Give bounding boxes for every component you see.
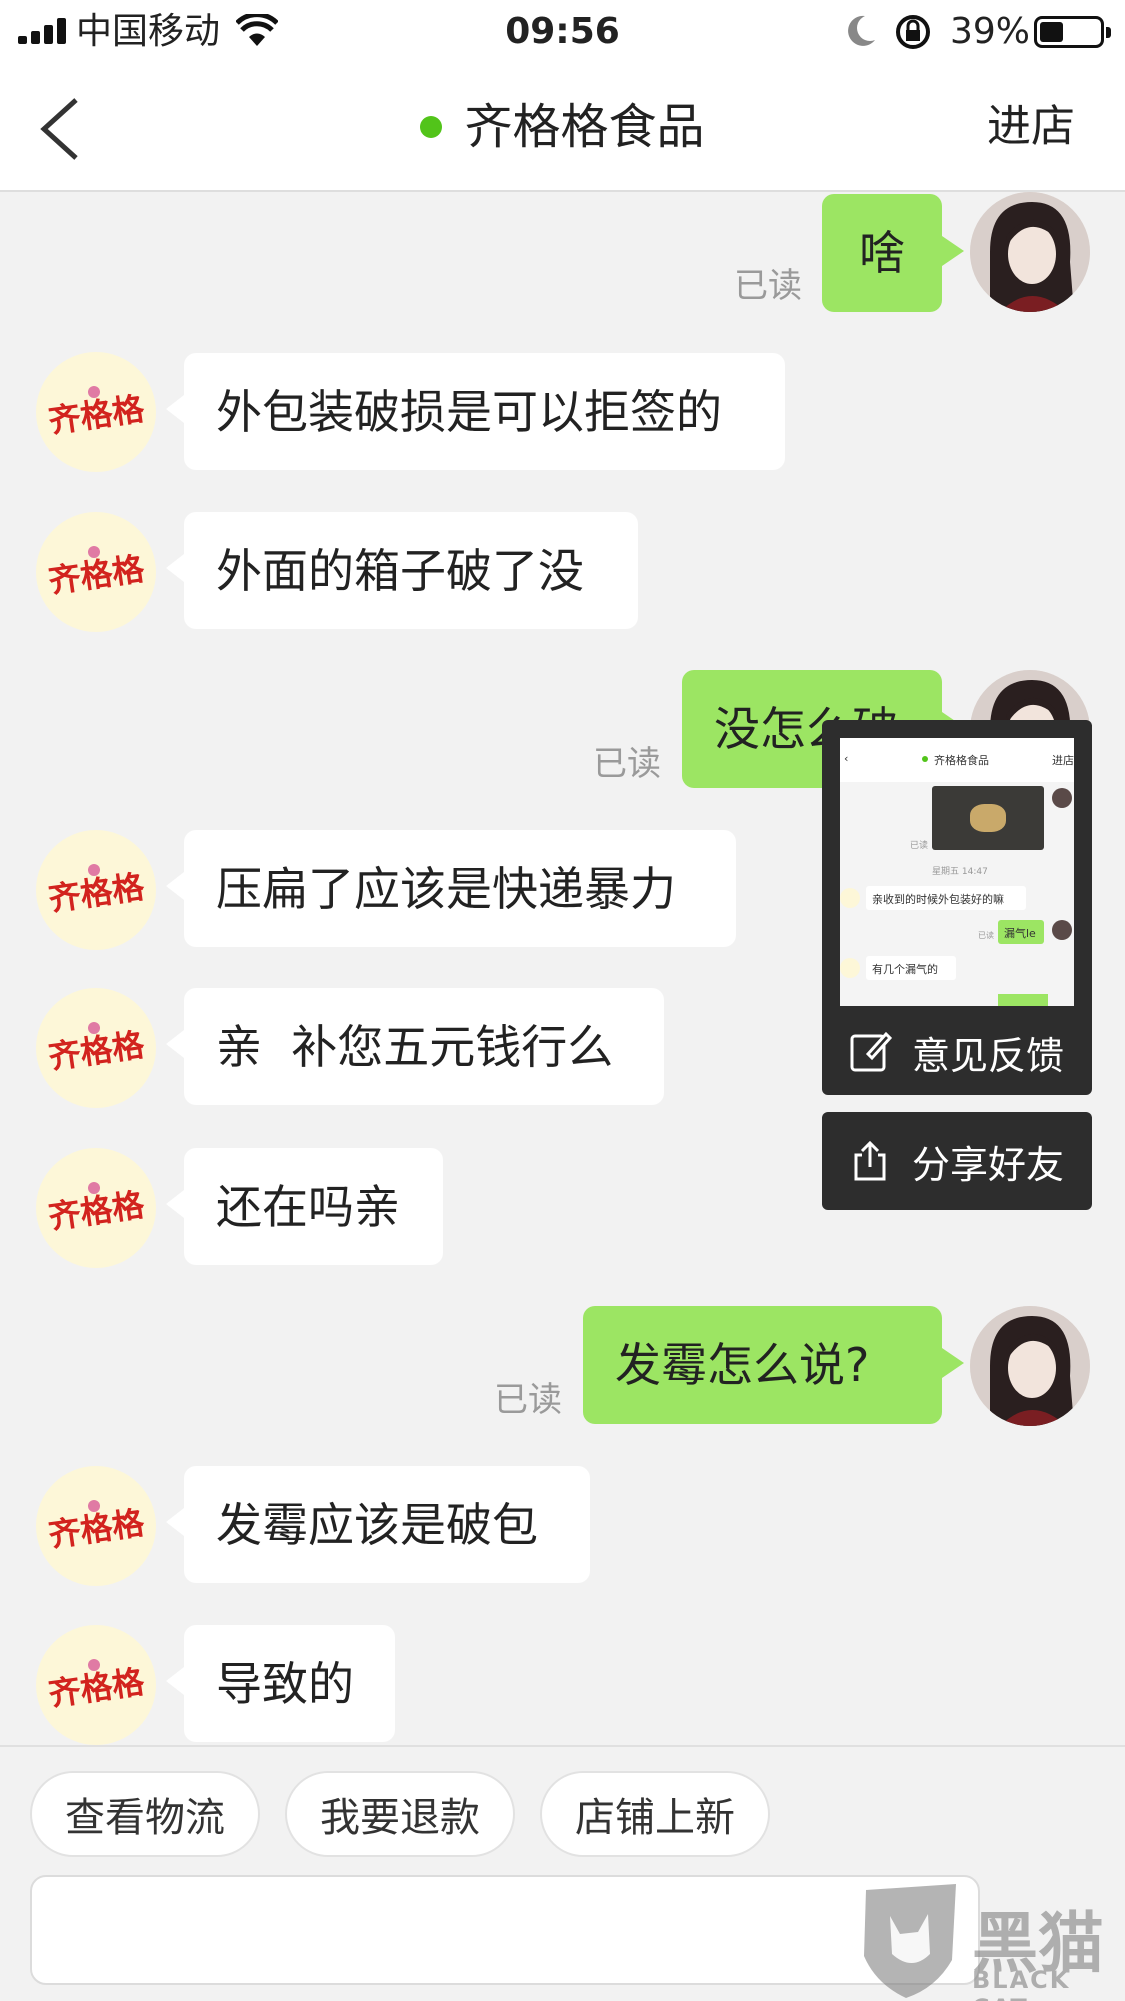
shop-avatar[interactable]: 齐格格 [36, 1466, 156, 1586]
message-bubble-received[interactable]: 外包装破损是可以拒签的 [166, 353, 785, 470]
read-receipt: 已读 [734, 266, 802, 306]
share-label: 分享好友 [912, 1142, 1065, 1187]
rotation-lock-icon [896, 15, 930, 49]
share-icon [854, 1140, 886, 1181]
shop-avatar[interactable]: 齐格格 [36, 352, 156, 472]
message-bubble-received[interactable]: 亲 补您五元钱行么 [166, 988, 664, 1105]
nav-bar: 齐格格食品 进店 [0, 64, 1125, 192]
shop-avatar[interactable]: 齐格格 [36, 830, 156, 950]
quick-reply-logistics[interactable]: 查看物流 [30, 1771, 260, 1857]
edit-icon [850, 1031, 892, 1072]
shop-avatar[interactable]: 齐格格 [36, 512, 156, 632]
battery-icon [1034, 16, 1111, 48]
share-button[interactable]: 分享好友 [822, 1112, 1092, 1210]
status-bar: 中国移动 09:56 39% [0, 0, 1125, 64]
read-receipt: 已读 [593, 744, 661, 784]
nav-title-group: 齐格格食品 [0, 94, 1125, 160]
online-status-dot [420, 116, 443, 138]
enter-shop-button[interactable]: 进店 [987, 96, 1075, 158]
screenshot-feedback-panel[interactable]: ‹ 齐格格食品 进店 已读 星期五 14:47 亲收到的时候外包装好的嘛 漏气l… [822, 720, 1092, 1095]
shop-avatar[interactable]: 齐格格 [36, 988, 156, 1108]
shop-avatar[interactable]: 齐格格 [36, 1148, 156, 1268]
message-bubble-sent[interactable]: 发霉怎么说? [583, 1306, 964, 1424]
message-input[interactable] [30, 1875, 980, 1985]
message-bubble-received[interactable]: 导致的 [166, 1625, 395, 1742]
message-bubble-received[interactable]: 外面的箱子破了没 [166, 512, 638, 629]
read-receipt: 已读 [494, 1380, 562, 1420]
quick-reply-new-arrivals[interactable]: 店铺上新 [540, 1771, 770, 1857]
message-bubble-received[interactable]: 压扁了应该是快递暴力 [166, 830, 736, 947]
moon-icon [848, 15, 875, 46]
quick-reply-refund[interactable]: 我要退款 [285, 1771, 515, 1857]
cat-shield-logo [864, 1884, 956, 1998]
blackcat-watermark: 黑猫 BLACK CAT [856, 1880, 1116, 2001]
message-bubble-received[interactable]: 发霉应该是破包 [166, 1466, 590, 1583]
user-avatar[interactable] [970, 192, 1090, 312]
shop-avatar[interactable]: 齐格格 [36, 1625, 156, 1745]
shop-title: 齐格格食品 [464, 99, 705, 155]
screenshot-thumbnail[interactable]: ‹ 齐格格食品 进店 已读 星期五 14:47 亲收到的时候外包装好的嘛 漏气l… [840, 738, 1074, 1006]
feedback-label: 意见反馈 [912, 1033, 1065, 1078]
feedback-button[interactable]: 意见反馈 [822, 1012, 1092, 1092]
message-bubble-sent[interactable]: 啥 [822, 194, 964, 312]
user-avatar[interactable] [970, 1306, 1090, 1426]
message-bubble-received[interactable]: 还在吗亲 [166, 1148, 443, 1265]
battery-percent: 39% [950, 11, 1031, 52]
